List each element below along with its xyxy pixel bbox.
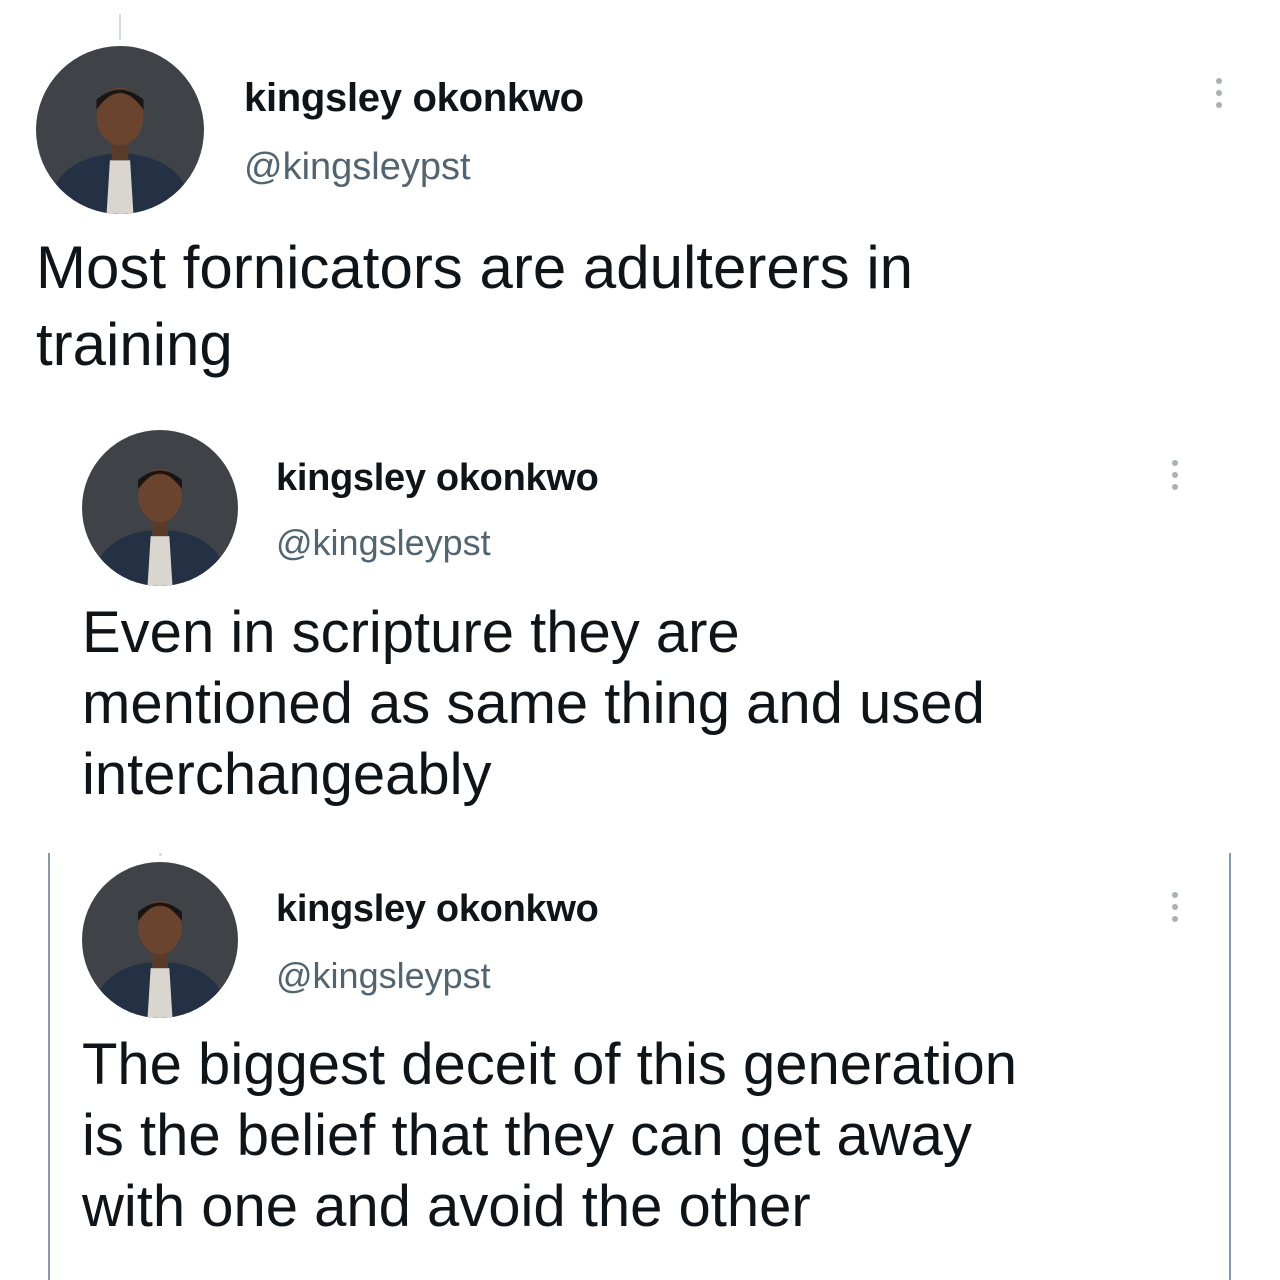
tweet-text-line: Even in scripture they are — [82, 600, 740, 665]
divider-dot — [159, 853, 162, 856]
author-handle[interactable]: @kingsleypst — [244, 146, 471, 189]
author-name[interactable]: kingsley okonkwo — [276, 457, 599, 500]
author-name[interactable]: kingsley okonkwo — [244, 76, 584, 121]
more-options-icon[interactable] — [1165, 460, 1185, 490]
tweet-text: Even in scripture they are mentioned as … — [82, 598, 985, 810]
author-name[interactable]: kingsley okonkwo — [276, 888, 599, 931]
author-handle[interactable]: @kingsleypst — [276, 955, 491, 997]
tweet-text-line: training — [36, 310, 233, 378]
tweet-text: Most fornicators are adulterers in train… — [36, 230, 913, 384]
more-options-icon[interactable] — [1165, 892, 1185, 922]
profile-photo-icon — [82, 862, 238, 1018]
tweet-text-line: is the belief that they can get away — [82, 1102, 972, 1168]
profile-photo-icon — [82, 430, 238, 586]
tweet-text-line: interchangeably — [82, 741, 492, 807]
tweet-text-line: Most fornicators are adulterers in — [36, 234, 914, 301]
avatar[interactable] — [82, 430, 238, 586]
more-options-icon[interactable] — [1209, 78, 1229, 108]
thread-connector-line — [119, 14, 121, 40]
tweet-text-line: The biggest deceit of this generation — [82, 1032, 1018, 1097]
tweet-text: The biggest deceit of this generation is… — [82, 1030, 1017, 1242]
quote-border-right — [1229, 853, 1231, 1280]
author-handle[interactable]: @kingsleypst — [276, 522, 491, 564]
quote-border-left — [48, 853, 50, 1280]
tweet-text-line: mentioned as same thing and used — [82, 670, 985, 736]
profile-photo-icon — [36, 46, 204, 214]
tweet-text-line: with one and avoid the other — [82, 1173, 811, 1239]
avatar[interactable] — [82, 862, 238, 1018]
avatar[interactable] — [36, 46, 204, 214]
